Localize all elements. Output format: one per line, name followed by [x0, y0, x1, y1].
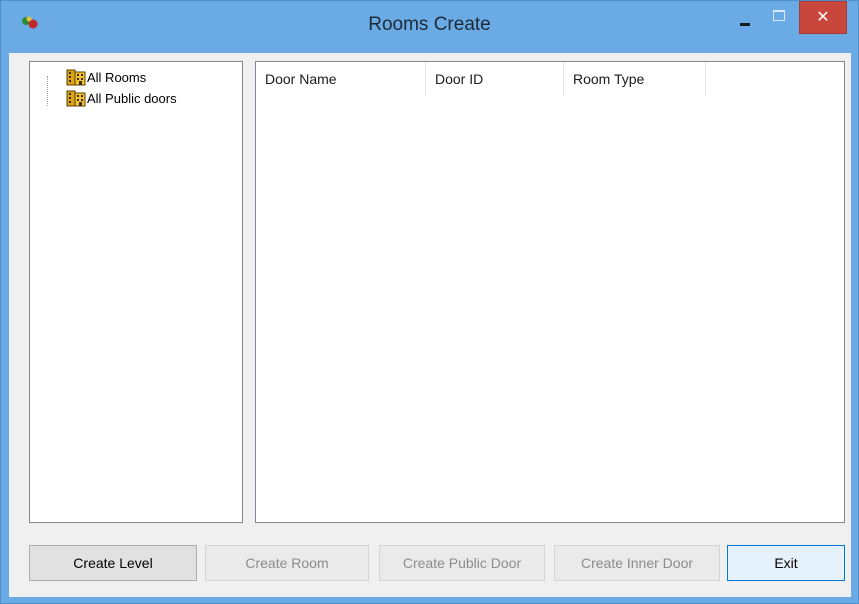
- create-inner-door-button[interactable]: Create Inner Door: [554, 545, 720, 581]
- create-room-button[interactable]: Create Room: [205, 545, 369, 581]
- rooms-create-window: Rooms Create ✕ All Rooms All Public door…: [0, 0, 859, 604]
- building-icon: [66, 68, 86, 86]
- room-tree[interactable]: All Rooms All Public doors: [29, 61, 243, 523]
- minimize-button[interactable]: [734, 11, 758, 29]
- list-header: Door Name Door ID Room Type: [256, 62, 844, 96]
- door-list[interactable]: Door Name Door ID Room Type: [255, 61, 845, 523]
- button-row: Create Level Create Room Create Public D…: [29, 545, 845, 581]
- column-header-filler: [706, 62, 844, 96]
- exit-button[interactable]: Exit: [727, 545, 845, 581]
- tree-item-all-public-doors[interactable]: All Public doors: [66, 88, 177, 108]
- tree-item-label: All Public doors: [87, 90, 177, 106]
- create-public-door-button[interactable]: Create Public Door: [379, 545, 545, 581]
- create-level-button[interactable]: Create Level: [29, 545, 197, 581]
- close-button[interactable]: ✕: [799, 1, 847, 34]
- maximize-button[interactable]: [767, 6, 791, 24]
- window-title: Rooms Create: [368, 14, 491, 35]
- close-icon: ✕: [816, 7, 830, 26]
- tree-connector-lines: [47, 76, 64, 106]
- tree-item-label: All Rooms: [87, 69, 147, 85]
- client-area: All Rooms All Public doors Door Name Doo…: [9, 53, 851, 597]
- column-header-door-id[interactable]: Door ID: [426, 62, 564, 96]
- title-bar[interactable]: Rooms Create ✕: [1, 1, 858, 53]
- column-header-room-type[interactable]: Room Type: [564, 62, 706, 96]
- tree-item-all-rooms[interactable]: All Rooms: [66, 67, 146, 87]
- column-header-door-name[interactable]: Door Name: [256, 62, 426, 96]
- building-icon: [66, 89, 86, 107]
